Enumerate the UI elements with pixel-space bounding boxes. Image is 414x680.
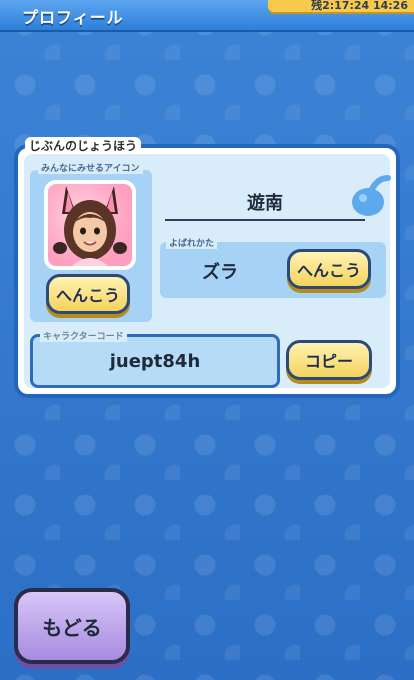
copy-button[interactable]: コピー	[286, 340, 372, 380]
avatar-image	[53, 186, 127, 266]
avatar	[44, 180, 136, 270]
code-caption: キャラクターコード	[40, 329, 127, 342]
bomb-icon	[352, 175, 391, 216]
name-underline	[165, 219, 365, 221]
clock-badge: 残2:17:24 14:26	[268, 0, 414, 12]
name-area: 遊南	[165, 185, 365, 223]
player-name: 遊南	[247, 193, 283, 214]
icon-change-button[interactable]: へんこう	[46, 274, 130, 314]
icon-caption: みんなにみせるアイコン	[38, 161, 143, 174]
character-code: juept84h	[109, 350, 201, 372]
reading-caption: よばれかた	[166, 236, 218, 249]
character-code-box: juept84h	[30, 334, 280, 388]
reading-change-button[interactable]: へんこう	[287, 249, 371, 289]
top-bar: プロフィール 残2:17:24 14:26	[0, 0, 414, 32]
reading-value: ズラ	[202, 262, 238, 283]
back-button[interactable]: もどる	[14, 588, 130, 664]
page-title: プロフィール	[22, 8, 124, 27]
section-title: じぶんのじょうほう	[25, 137, 142, 154]
